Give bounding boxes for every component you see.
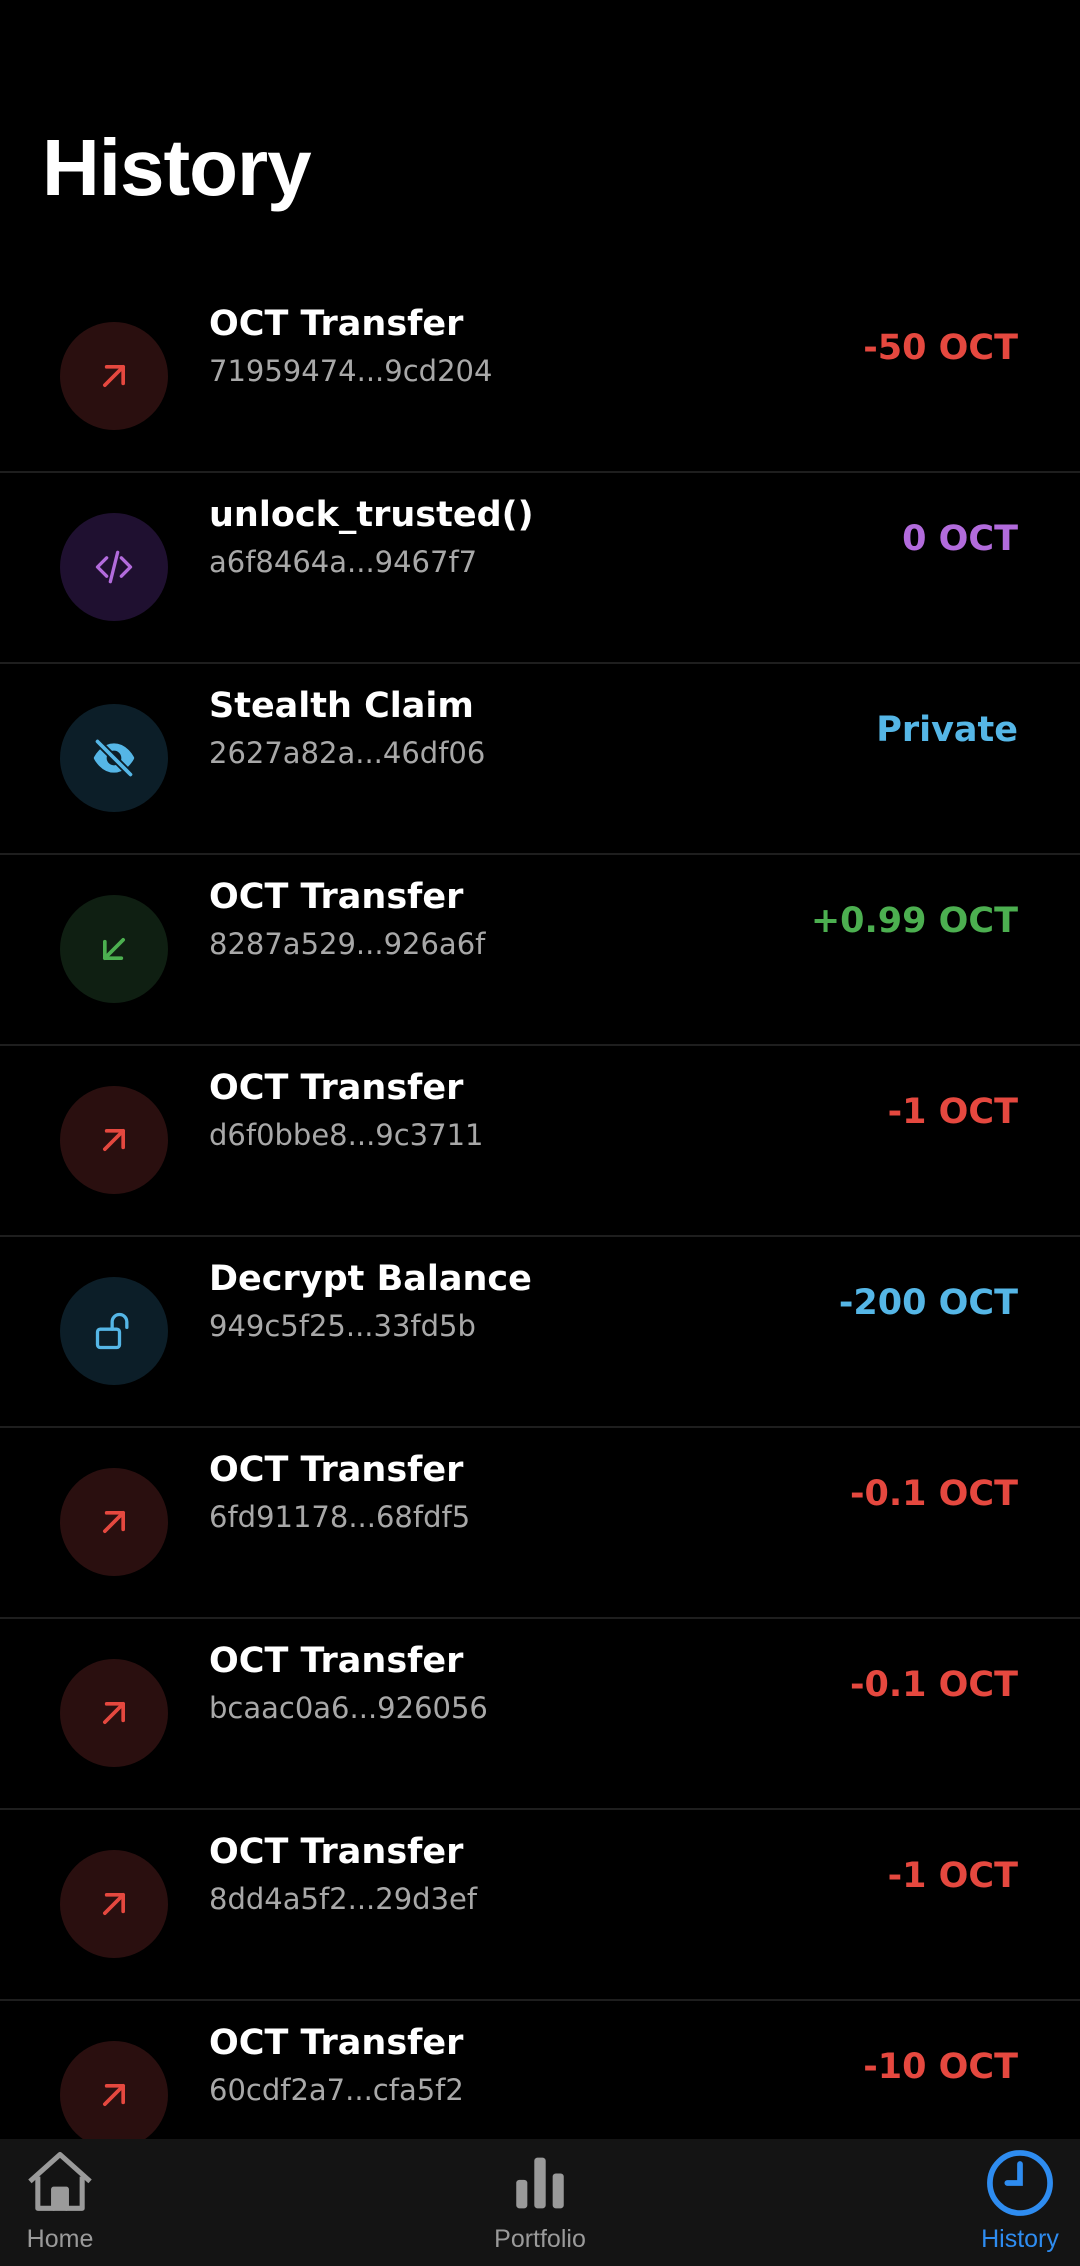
nav-history-label: History bbox=[981, 2225, 1059, 2253]
transaction-row[interactable]: unlock_trusted() a6f8464a...9467f7 0 OCT bbox=[0, 473, 1080, 664]
transaction-title: OCT Transfer bbox=[209, 2023, 464, 2063]
transaction-hash: 60cdf2a7...cfa5f2 bbox=[209, 2073, 464, 2107]
transaction-amount: -0.1 OCT bbox=[849, 1665, 1018, 1705]
unlock-icon bbox=[60, 1277, 168, 1385]
clock-icon bbox=[987, 2150, 1053, 2216]
transaction-hash: 8287a529...926a6f bbox=[209, 927, 486, 961]
home-icon bbox=[28, 2151, 92, 2211]
transaction-title: OCT Transfer bbox=[209, 304, 464, 344]
transaction-row[interactable]: OCT Transfer 6fd91178...68fdf5 -0.1 OCT bbox=[0, 1428, 1080, 1619]
transaction-amount: -1 OCT bbox=[887, 1856, 1018, 1896]
arrow-up-right-icon bbox=[60, 1659, 168, 1767]
arrow-down-left-icon bbox=[60, 895, 168, 1003]
transaction-row[interactable]: OCT Transfer bcaac0a6...926056 -0.1 OCT bbox=[0, 1619, 1080, 1810]
nav-home-label: Home bbox=[26, 2225, 94, 2253]
transaction-row[interactable]: OCT Transfer 8287a529...926a6f +0.99 OCT bbox=[0, 855, 1080, 1046]
transaction-amount: -50 OCT bbox=[863, 328, 1018, 368]
arrow-up-right-icon bbox=[60, 1086, 168, 1194]
transaction-row[interactable]: OCT Transfer d6f0bbe8...9c3711 -1 OCT bbox=[0, 1046, 1080, 1237]
transaction-amount: +0.99 OCT bbox=[810, 901, 1018, 941]
eye-off-icon bbox=[60, 704, 168, 812]
transaction-row[interactable]: OCT Transfer 71959474...9cd204 -50 OCT bbox=[0, 282, 1080, 473]
transaction-title: OCT Transfer bbox=[209, 877, 464, 917]
transaction-row[interactable]: Stealth Claim 2627a82a...46df06 Private bbox=[0, 664, 1080, 855]
transaction-amount: -200 OCT bbox=[838, 1283, 1018, 1323]
transaction-amount: 0 OCT bbox=[902, 519, 1018, 559]
transaction-hash: 8dd4a5f2...29d3ef bbox=[209, 1882, 478, 1916]
bar-chart-icon bbox=[516, 2157, 564, 2209]
transaction-title: unlock_trusted() bbox=[209, 495, 534, 535]
nav-portfolio-label: Portfolio bbox=[494, 2225, 586, 2253]
transaction-amount: -0.1 OCT bbox=[849, 1474, 1018, 1514]
transaction-hash: bcaac0a6...926056 bbox=[209, 1691, 488, 1725]
transaction-amount: -10 OCT bbox=[863, 2047, 1018, 2087]
transaction-hash: d6f0bbe8...9c3711 bbox=[209, 1118, 484, 1152]
arrow-up-right-icon bbox=[60, 1468, 168, 1576]
nav-home[interactable]: Home bbox=[0, 2139, 300, 2266]
transaction-title: OCT Transfer bbox=[209, 1450, 464, 1490]
nav-portfolio[interactable]: Portfolio bbox=[300, 2139, 780, 2266]
transaction-hash: 71959474...9cd204 bbox=[209, 354, 493, 388]
transaction-row[interactable]: OCT Transfer 8dd4a5f2...29d3ef -1 OCT bbox=[0, 1810, 1080, 2001]
transaction-hash: 2627a82a...46df06 bbox=[209, 736, 486, 770]
transaction-hash: 949c5f25...33fd5b bbox=[209, 1309, 476, 1343]
arrow-up-right-icon bbox=[60, 2041, 168, 2149]
page-title: History bbox=[42, 123, 312, 212]
transaction-hash: 6fd91178...68fdf5 bbox=[209, 1500, 471, 1534]
transaction-title: Stealth Claim bbox=[209, 686, 474, 726]
transaction-title: Decrypt Balance bbox=[209, 1259, 532, 1299]
transaction-title: OCT Transfer bbox=[209, 1832, 464, 1872]
transaction-hash: a6f8464a...9467f7 bbox=[209, 545, 478, 579]
transaction-amount: Private bbox=[876, 710, 1018, 750]
bottom-nav: Home Portfolio History bbox=[0, 2139, 1080, 2266]
arrow-up-right-icon bbox=[60, 1850, 168, 1958]
transaction-title: OCT Transfer bbox=[209, 1068, 464, 1108]
transaction-row[interactable]: Decrypt Balance 949c5f25...33fd5b -200 O… bbox=[0, 1237, 1080, 1428]
transaction-amount: -1 OCT bbox=[887, 1092, 1018, 1132]
transaction-title: OCT Transfer bbox=[209, 1641, 464, 1681]
nav-history[interactable]: History bbox=[780, 2139, 1080, 2266]
arrow-up-right-icon bbox=[60, 322, 168, 430]
code-icon bbox=[60, 513, 168, 621]
transaction-list: OCT Transfer 71959474...9cd204 -50 OCT u… bbox=[0, 282, 1080, 2192]
